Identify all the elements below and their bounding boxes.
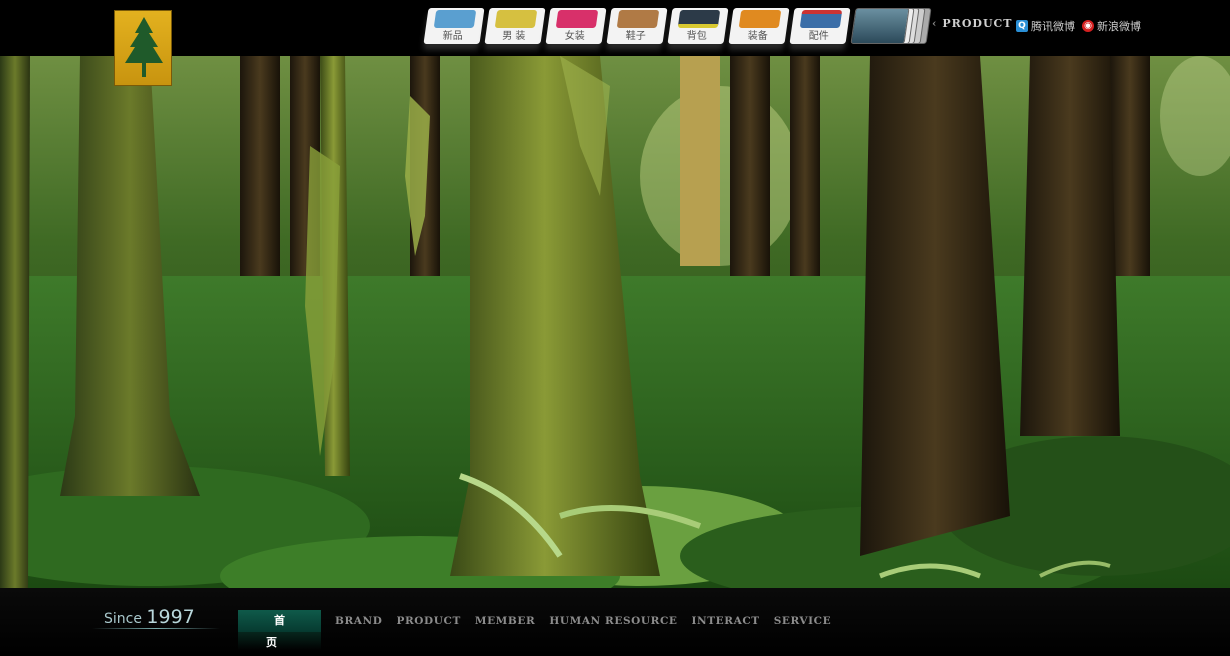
category-accessories[interactable]: 配件: [789, 8, 851, 44]
category-label: 配件: [808, 31, 829, 42]
women-jacket-icon: [555, 10, 599, 28]
shoe-icon: [616, 10, 660, 28]
nav-interact[interactable]: INTERACT: [692, 615, 760, 627]
category-men[interactable]: 男 装: [484, 8, 546, 44]
sina-weibo-label: 新浪微博: [1097, 20, 1141, 33]
category-backpack[interactable]: 背包: [667, 8, 729, 44]
backpack-icon: [677, 10, 721, 28]
tree-logo-icon: [114, 10, 172, 86]
category-label: 女装: [564, 31, 585, 42]
new-items-icon: [433, 10, 477, 28]
hero-banner: [0, 56, 1230, 588]
tent-icon: [738, 10, 782, 28]
sina-weibo-link[interactable]: ◉ 新浪微博: [1082, 18, 1141, 34]
category-label: 男 装: [502, 31, 526, 42]
bottom-nav-bar: Since 1997 首 页 BRAND PRODUCT MEMBER HUMA…: [0, 588, 1230, 656]
main-nav: 首 页 BRAND PRODUCT MEMBER HUMAN RESOURCE …: [238, 610, 832, 649]
product-label: PRODUCT: [942, 17, 1013, 30]
product-link[interactable]: ‹ PRODUCT: [932, 17, 1012, 30]
tencent-weibo-link[interactable]: Q 腾讯微博: [1016, 18, 1075, 34]
nav-service[interactable]: SERVICE: [774, 615, 832, 627]
top-header: 新品 男 装 女装 鞋子 背包 装备 配件 ‹ PRODUCT Q 腾讯微博 ◉…: [0, 0, 1230, 86]
tencent-weibo-icon: Q: [1016, 20, 1028, 32]
category-label: 鞋子: [625, 31, 646, 42]
divider: [92, 628, 220, 629]
accessory-icon: [799, 10, 843, 28]
category-label: 新品: [442, 31, 463, 42]
chevron-left-icon: ‹: [932, 17, 938, 30]
sina-weibo-icon: ◉: [1082, 20, 1094, 32]
since-badge: Since 1997: [104, 606, 195, 628]
category-strip: 新品 男 装 女装 鞋子 背包 装备 配件: [423, 8, 933, 52]
category-women[interactable]: 女装: [545, 8, 607, 44]
nav-brand[interactable]: BRAND: [335, 615, 382, 627]
forest-scene-image: [0, 56, 1230, 588]
category-label: 装备: [747, 31, 768, 42]
category-label: 背包: [686, 31, 707, 42]
tencent-weibo-label: 腾讯微博: [1031, 20, 1075, 33]
nav-human-resource[interactable]: HUMAN RESOURCE: [549, 615, 677, 627]
brand-logo[interactable]: [114, 10, 172, 86]
nav-member[interactable]: MEMBER: [475, 615, 535, 627]
since-year: 1997: [146, 606, 195, 628]
nav-home[interactable]: 首 页: [238, 610, 321, 649]
men-jacket-icon: [494, 10, 538, 28]
category-shoes[interactable]: 鞋子: [606, 8, 668, 44]
nav-product[interactable]: PRODUCT: [396, 615, 460, 627]
category-gear[interactable]: 装备: [728, 8, 790, 44]
category-new[interactable]: 新品: [423, 8, 485, 44]
stack-front-image: [850, 8, 910, 44]
category-more-stack[interactable]: [850, 8, 933, 44]
since-text: Since: [104, 611, 142, 627]
